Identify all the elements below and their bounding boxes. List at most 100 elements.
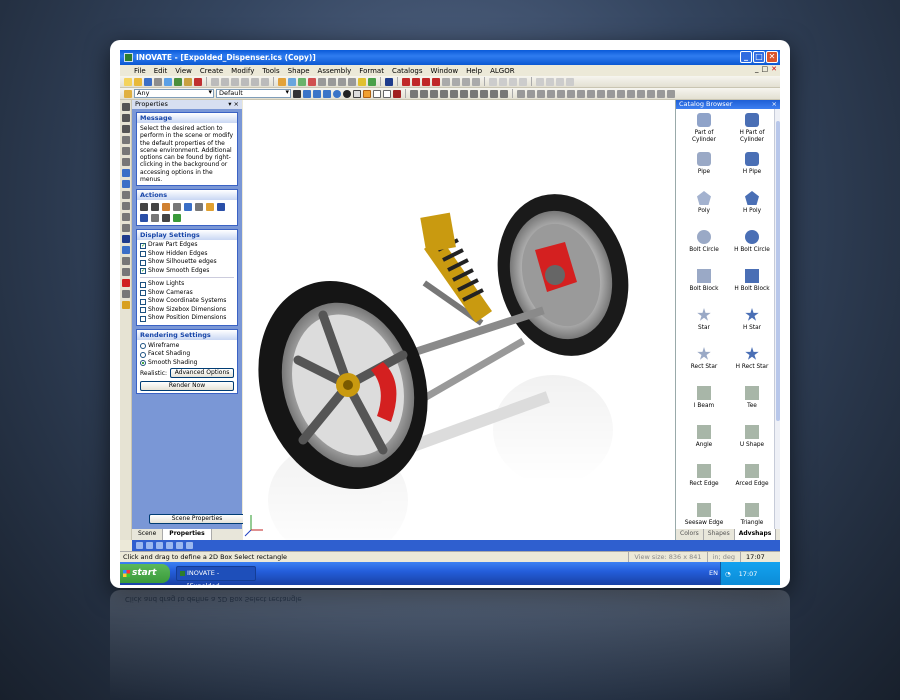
catalog-item-rect-star-hole[interactable]: H Rect Star bbox=[730, 347, 774, 386]
rotate-icon[interactable] bbox=[450, 89, 458, 98]
render-mode-icon[interactable] bbox=[363, 89, 371, 98]
show-hidden-edges-checkbox[interactable]: Show Hidden Edges bbox=[140, 250, 234, 259]
cut-icon[interactable] bbox=[231, 77, 239, 86]
style-icon[interactable] bbox=[308, 77, 316, 86]
smart-icon[interactable] bbox=[358, 77, 366, 86]
show-sizebox-dimensions-checkbox[interactable]: Show Sizebox Dimensions bbox=[140, 306, 234, 315]
edge-tool-icon[interactable] bbox=[122, 268, 130, 276]
scene-properties-button[interactable]: Scene Properties bbox=[149, 514, 245, 524]
mdi-restore-button[interactable]: □ bbox=[762, 65, 769, 73]
red-car-icon[interactable] bbox=[402, 77, 410, 86]
menu-catalogs[interactable]: Catalogs bbox=[392, 67, 423, 75]
roll-icon[interactable] bbox=[500, 89, 508, 98]
selection-filter-dropdown[interactable]: Any bbox=[134, 89, 214, 98]
tab-shapes[interactable]: Shapes bbox=[704, 529, 735, 540]
scroll-thumb[interactable] bbox=[776, 121, 780, 421]
catalog-item-poly-hole[interactable]: H Poly bbox=[730, 191, 774, 230]
tree-icon[interactable] bbox=[174, 77, 182, 86]
scene-viewport[interactable] bbox=[243, 100, 675, 540]
measure-tool-icon[interactable] bbox=[122, 202, 130, 210]
view-icon[interactable] bbox=[136, 542, 143, 549]
gallery-icon[interactable] bbox=[194, 77, 202, 86]
menu-edit[interactable]: Edit bbox=[154, 67, 168, 75]
text-icon[interactable] bbox=[519, 77, 527, 86]
zoom-out-icon[interactable] bbox=[546, 77, 554, 86]
walk-view-icon[interactable] bbox=[657, 89, 665, 98]
book-icon[interactable] bbox=[393, 89, 401, 98]
link-action-icon[interactable] bbox=[184, 203, 192, 212]
menu-window[interactable]: Window bbox=[431, 67, 459, 75]
view-top-icon[interactable] bbox=[537, 89, 545, 98]
move-left-icon[interactable] bbox=[430, 89, 438, 98]
chevron-down-icon[interactable] bbox=[667, 89, 675, 98]
copy-format-icon[interactable] bbox=[318, 77, 326, 86]
actions-title[interactable]: Actions bbox=[137, 190, 237, 201]
menu-format[interactable]: Format bbox=[359, 67, 384, 75]
line-icon[interactable] bbox=[499, 77, 507, 86]
copy-icon[interactable] bbox=[241, 77, 249, 86]
shaded-icon[interactable] bbox=[343, 89, 351, 98]
menu-modify[interactable]: Modify bbox=[231, 67, 254, 75]
grid-icon[interactable] bbox=[156, 542, 163, 549]
view-side-icon[interactable] bbox=[547, 89, 555, 98]
message-title[interactable]: Message bbox=[137, 113, 237, 123]
view-home-icon[interactable] bbox=[587, 89, 595, 98]
spin-icon[interactable] bbox=[480, 89, 488, 98]
menu-help[interactable]: Help bbox=[466, 67, 482, 75]
print-icon[interactable] bbox=[154, 77, 162, 86]
maximize-button[interactable]: □ bbox=[753, 51, 765, 63]
move-tool-icon[interactable] bbox=[122, 114, 130, 122]
view-bottom-icon[interactable] bbox=[577, 89, 585, 98]
menu-file[interactable]: File bbox=[134, 67, 146, 75]
fill-icon[interactable] bbox=[288, 77, 296, 86]
hand-icon[interactable] bbox=[617, 89, 625, 98]
face-tool-icon[interactable] bbox=[122, 257, 130, 265]
advanced-options-button[interactable]: Advanced Options bbox=[170, 368, 234, 379]
open-folder-icon[interactable] bbox=[134, 77, 142, 86]
paste-icon[interactable] bbox=[251, 77, 259, 86]
style-dropdown[interactable]: Default bbox=[216, 89, 291, 98]
orbit-tool-icon[interactable] bbox=[122, 158, 130, 166]
catalog-item-i-beam[interactable]: I Beam bbox=[682, 386, 726, 425]
measure-icon[interactable] bbox=[489, 77, 497, 86]
clipboard-icon[interactable] bbox=[140, 203, 148, 212]
catalog-item-cylinder-part-hole[interactable]: H Part of Cylinder bbox=[730, 113, 774, 152]
zoom-tool-icon[interactable] bbox=[122, 147, 130, 155]
frame-icon[interactable] bbox=[373, 89, 381, 98]
close-button[interactable]: ✕ bbox=[766, 51, 778, 63]
show-cameras-checkbox[interactable]: Show Cameras bbox=[140, 289, 234, 298]
gear-action-icon[interactable] bbox=[162, 214, 170, 223]
plane-icon[interactable] bbox=[186, 542, 193, 549]
catalog-item-bolt-circle-hole[interactable]: H Bolt Circle bbox=[730, 230, 774, 269]
title-bar[interactable]: INOVATE - [Expolded_Dispenser.ics (Copy)… bbox=[120, 50, 780, 65]
red-assembly-icon[interactable] bbox=[432, 77, 440, 86]
grid-tool-icon[interactable] bbox=[122, 290, 130, 298]
view-front-icon[interactable] bbox=[527, 89, 535, 98]
view-iso-icon[interactable] bbox=[557, 89, 565, 98]
select-icon[interactable] bbox=[385, 77, 393, 86]
language-indicator[interactable]: EN bbox=[709, 569, 718, 577]
drag-tool-icon[interactable] bbox=[122, 224, 130, 232]
leaf-action-icon[interactable] bbox=[173, 214, 181, 223]
catalog-item-bolt-block[interactable]: Bolt Block bbox=[682, 269, 726, 308]
show-smooth-edges-checkbox[interactable]: ✓ Show Smooth Edges bbox=[140, 267, 234, 276]
copy-action-icon[interactable] bbox=[173, 203, 181, 212]
catalog-item-bolt-circle[interactable]: Bolt Circle bbox=[682, 230, 726, 269]
snap-tool-icon[interactable] bbox=[122, 213, 130, 221]
warning-tool-icon[interactable] bbox=[122, 301, 130, 309]
light-bulb-icon[interactable] bbox=[597, 89, 605, 98]
menu-create[interactable]: Create bbox=[200, 67, 223, 75]
catalog-item-cylinder-part[interactable]: Part of Cylinder bbox=[682, 113, 726, 152]
look-icon[interactable] bbox=[637, 89, 645, 98]
ruler-icon[interactable] bbox=[176, 542, 183, 549]
menu-tools[interactable]: Tools bbox=[262, 67, 279, 75]
ungroup-icon[interactable] bbox=[313, 89, 321, 98]
mdi-close-button[interactable]: ✕ bbox=[771, 65, 777, 73]
rendering-settings-title[interactable]: Rendering Settings bbox=[137, 329, 237, 340]
save-icon[interactable] bbox=[144, 77, 152, 86]
paint-action-icon[interactable] bbox=[162, 203, 170, 212]
catalog-item-angle[interactable]: Angle bbox=[682, 425, 726, 464]
catalog-item-arced-edge[interactable]: Arced Edge bbox=[730, 464, 774, 503]
menu-assembly[interactable]: Assembly bbox=[318, 67, 352, 75]
mdi-minimize-button[interactable]: _ bbox=[755, 65, 759, 73]
